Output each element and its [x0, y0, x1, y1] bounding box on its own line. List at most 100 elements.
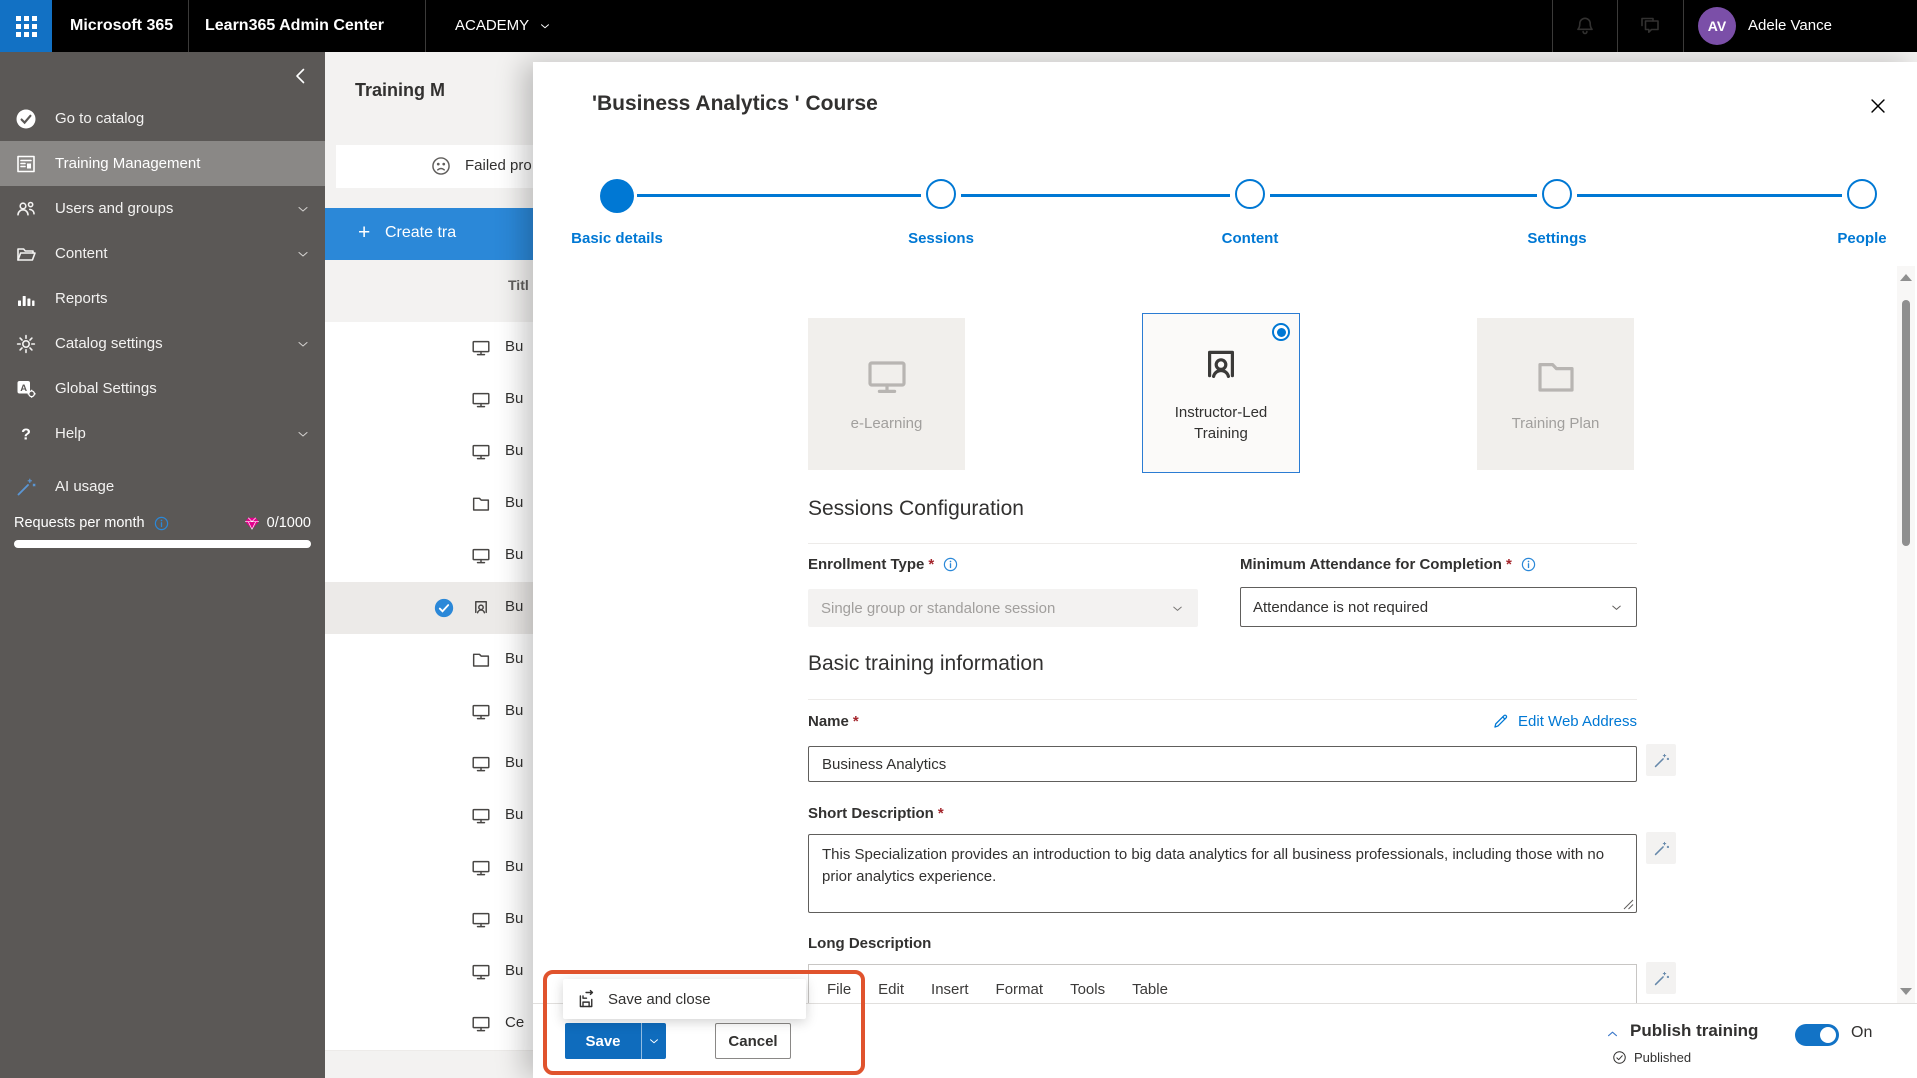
- dialog-scrollbar: [1897, 266, 1915, 1003]
- table-row[interactable]: Bu: [325, 478, 533, 531]
- table-row[interactable]: Bu: [325, 946, 533, 999]
- step-label-people[interactable]: People: [1762, 230, 1917, 247]
- sidebar-item-ai-usage[interactable]: AI usage: [0, 464, 325, 509]
- table-row[interactable]: Bu: [325, 530, 533, 583]
- banner-text: Failed pro: [465, 157, 532, 174]
- editor-menubar: File Edit Insert Format Tools Table: [809, 965, 1636, 998]
- name-input[interactable]: [808, 746, 1637, 782]
- check-circle-icon: [433, 597, 455, 619]
- step-circle-basic-details[interactable]: [600, 179, 634, 213]
- required-marker: [849, 713, 859, 730]
- table-row[interactable]: Bu: [325, 686, 533, 739]
- row-title: Bu: [505, 390, 524, 407]
- topbar: Microsoft 365 Learn365 Admin Center ACAD…: [0, 0, 1917, 52]
- info-icon[interactable]: [942, 556, 959, 573]
- ai-wand-icon: [1652, 969, 1671, 988]
- sidebar-item-help[interactable]: ? Help: [0, 411, 325, 456]
- step-label-basic-details[interactable]: Basic details: [517, 230, 717, 247]
- requests-count: 0/1000: [266, 515, 311, 531]
- save-menu-toggle[interactable]: [641, 1023, 666, 1059]
- step-circle-sessions[interactable]: [926, 179, 956, 209]
- table-row[interactable]: Bu: [325, 738, 533, 791]
- editor-menu-table[interactable]: Table: [1132, 981, 1168, 998]
- close-icon[interactable]: [1867, 95, 1889, 117]
- ai-assist-button[interactable]: [1646, 832, 1676, 864]
- user-name[interactable]: Adele Vance: [1748, 0, 1832, 52]
- editor-menu-insert[interactable]: Insert: [931, 981, 969, 998]
- avatar[interactable]: AV: [1698, 7, 1736, 45]
- step-label-content[interactable]: Content: [1150, 230, 1350, 247]
- topbar-divider: [1683, 0, 1684, 52]
- table-row[interactable]: Bu: [325, 790, 533, 843]
- table-row[interactable]: Bu: [325, 582, 533, 635]
- table-row[interactable]: Ce: [325, 998, 533, 1051]
- monitor-icon: [470, 441, 492, 463]
- sidebar-item-content[interactable]: Content: [0, 231, 325, 276]
- requests-per-month-label: Requests per month: [14, 515, 145, 531]
- scroll-down-arrow[interactable]: [1900, 988, 1912, 995]
- ai-assist-button[interactable]: [1646, 962, 1676, 994]
- step-circle-people[interactable]: [1847, 179, 1877, 209]
- app-title[interactable]: Learn365 Admin Center: [205, 0, 384, 52]
- sidebar-item-training-management[interactable]: Training Management: [0, 141, 325, 186]
- step-label-sessions[interactable]: Sessions: [841, 230, 1041, 247]
- sidebar-item-global-settings[interactable]: A Global Settings: [0, 366, 325, 411]
- app-launcher-button[interactable]: [0, 0, 52, 52]
- create-training-label: Create tra: [385, 224, 457, 241]
- table-row[interactable]: Bu: [325, 374, 533, 427]
- save-split-button[interactable]: Save: [565, 1023, 666, 1059]
- row-title: Bu: [505, 858, 524, 875]
- sidebar-item-users-and-groups[interactable]: Users and groups: [0, 186, 325, 231]
- notifications-button[interactable]: [1552, 0, 1617, 52]
- brand-title[interactable]: Microsoft 365: [70, 0, 173, 52]
- scrollbar-thumb[interactable]: [1902, 300, 1910, 546]
- table-row[interactable]: Bu: [325, 894, 533, 947]
- publish-toggle[interactable]: [1795, 1024, 1839, 1046]
- table-row[interactable]: Bu: [325, 426, 533, 479]
- scroll-up-arrow[interactable]: [1900, 274, 1912, 281]
- tenant-menu[interactable]: ACADEMY: [455, 0, 552, 52]
- long-description-label: Long Description: [808, 935, 931, 952]
- editor-menu-file[interactable]: File: [827, 981, 851, 998]
- training-type-card-e-learning[interactable]: e-Learning: [808, 318, 965, 470]
- editor-menu-format[interactable]: Format: [996, 981, 1044, 998]
- chevron-down-icon: [1609, 600, 1624, 615]
- ai-assist-button[interactable]: [1646, 744, 1676, 776]
- chevron-down-icon: [1170, 601, 1185, 616]
- save-and-close-menu-item[interactable]: Save and close: [563, 979, 806, 1019]
- monitor-icon: [470, 805, 492, 827]
- cancel-button[interactable]: Cancel: [715, 1023, 791, 1059]
- sidebar-item-go-to-catalog[interactable]: Go to catalog: [0, 96, 325, 141]
- step-circle-settings[interactable]: [1542, 179, 1572, 209]
- step-circle-content[interactable]: [1235, 179, 1265, 209]
- monitor-icon: [470, 389, 492, 411]
- min-attendance-label: Minimum Attendance for Completion: [1240, 556, 1537, 573]
- row-title: Bu: [505, 494, 524, 511]
- short-description-textarea[interactable]: This Specialization provides an introduc…: [808, 834, 1637, 913]
- row-title: Bu: [505, 754, 524, 771]
- edit-web-address-link[interactable]: Edit Web Address: [1491, 712, 1637, 731]
- editor-menu-tools[interactable]: Tools: [1070, 981, 1105, 998]
- sidebar-collapse-button[interactable]: [289, 64, 313, 88]
- feedback-button[interactable]: [1617, 0, 1683, 52]
- sidebar-item-reports[interactable]: Reports: [0, 276, 325, 321]
- table-row[interactable]: Bu: [325, 842, 533, 895]
- editor-menu-edit[interactable]: Edit: [878, 981, 904, 998]
- chevron-up-icon[interactable]: [1603, 1026, 1622, 1042]
- enrollment-type-select[interactable]: Single group or standalone session: [808, 589, 1198, 627]
- column-header-title[interactable]: Titl: [508, 277, 529, 293]
- table-row[interactable]: Bu: [325, 634, 533, 687]
- info-icon[interactable]: [1520, 556, 1537, 573]
- create-training-button[interactable]: + Create tra: [325, 208, 533, 260]
- info-icon[interactable]: [153, 515, 170, 532]
- min-attendance-select[interactable]: Attendance is not required: [1240, 587, 1637, 627]
- table-row[interactable]: Bu: [325, 322, 533, 375]
- resize-grip-icon[interactable]: [1623, 899, 1634, 910]
- pencil-icon: [1491, 712, 1510, 731]
- sidebar-item-catalog-settings[interactable]: Catalog settings: [0, 321, 325, 366]
- step-label-settings[interactable]: Settings: [1457, 230, 1657, 247]
- save-button[interactable]: Save: [565, 1023, 641, 1059]
- row-title: Bu: [505, 442, 524, 459]
- training-type-card-training-plan[interactable]: Training Plan: [1477, 318, 1634, 470]
- training-type-card-instructor-led-training[interactable]: Instructor-Led Training: [1142, 313, 1300, 473]
